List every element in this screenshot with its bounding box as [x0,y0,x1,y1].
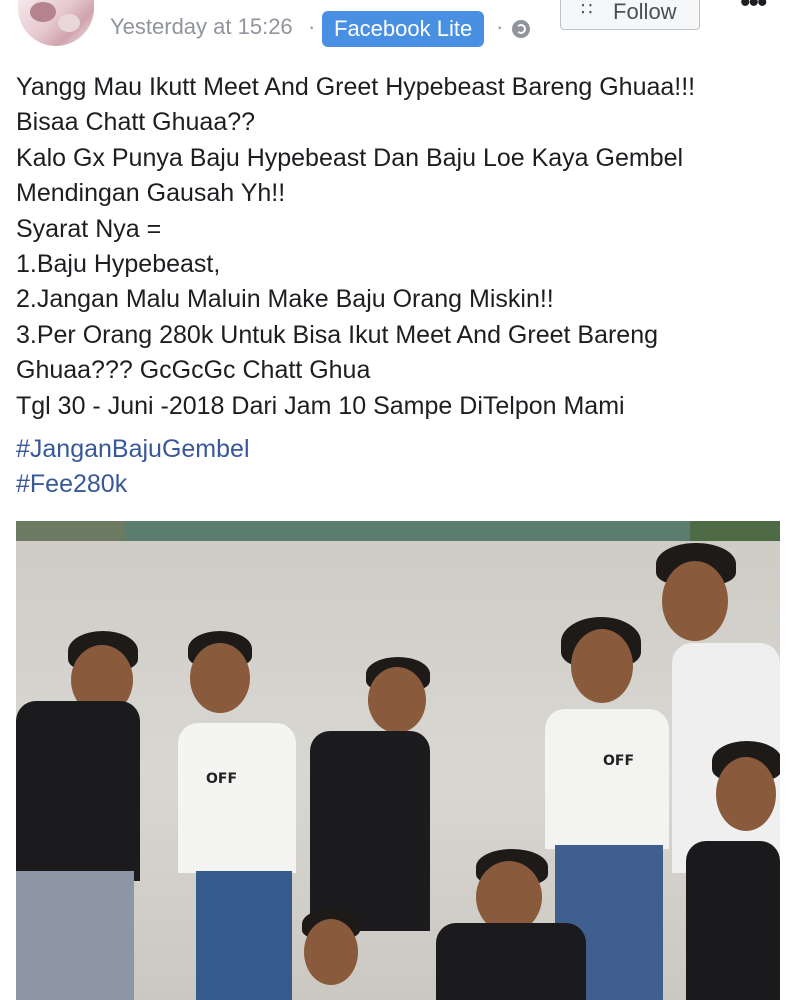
post-line: Ghuaa??? GcGcGc Chatt Ghua [16,356,371,385]
post-header: Yesterday at 15:26 · Facebook Lite · ∷ F… [0,0,800,60]
photo-person [284,909,374,1000]
post-line: Syarat Nya = [16,214,162,243]
follow-button[interactable]: ∷ Follow [560,0,700,30]
post-photo[interactable]: OFF OFF [16,521,780,1000]
post-timestamp[interactable]: Yesterday at 15:26 [110,14,293,40]
post-line: Mendingan Gausah Yh!! [16,179,286,208]
photo-person [676,741,780,1000]
follow-label: Follow [613,0,677,24]
more-options-icon[interactable]: ••• [740,0,767,20]
hashtag-list: #JanganBajuGembel #Fee280k [16,432,250,502]
photo-person [16,631,146,1000]
post-line: Tgl 30 - Juni -2018 Dari Jam 10 Sampe Di… [16,391,625,420]
post-line: Yangg Mau Ikutt Meet And Greet Hypebeast… [16,73,696,101]
photo-person [436,849,586,1000]
app-badge: Facebook Lite [322,11,485,47]
post-line: Kalo Gx Punya Baju Hypebeast Dan Baju Lo… [16,143,684,172]
globe-icon [512,20,530,38]
hashtag-link[interactable]: #JanganBajuGembel [16,432,250,467]
separator-dot: · [496,14,504,39]
post-line: 1.Baju Hypebeast, [16,249,221,278]
post-body: Yangg Mau Ikutt Meet And Greet Hypebeast… [16,70,786,424]
rss-icon: ∷ [581,0,593,19]
post-line: 3.Per Orang 280k Untuk Bisa Ikut Meet An… [16,320,659,349]
post-line: Bisaa Chatt Ghuaa?? [16,108,256,137]
separator-dot: · [308,14,316,39]
avatar[interactable] [18,0,94,46]
shirt-label: OFF [603,753,635,769]
hashtag-link[interactable]: #Fee280k [16,467,250,502]
shirt-label: OFF [206,771,238,787]
post-line: 2.Jangan Malu Maluin Make Baju Orang Mis… [16,285,554,314]
